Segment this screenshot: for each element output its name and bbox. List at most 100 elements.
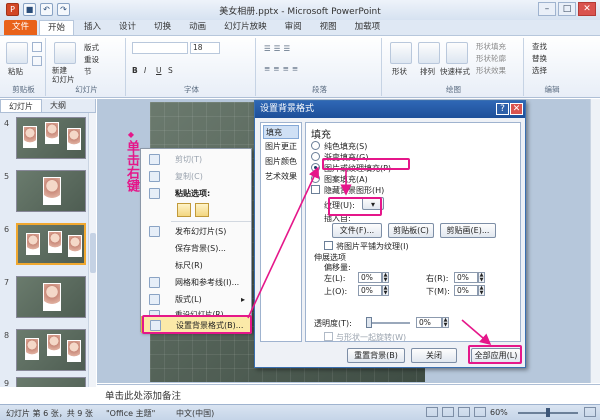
file-button[interactable]: 文件(F)... (332, 223, 382, 238)
menu-item-publish-slides[interactable]: 发布幻灯片(S) (141, 223, 251, 240)
offset-left-spinner[interactable]: ▲ ▼ (382, 272, 389, 283)
tab-file[interactable]: 文件 (4, 20, 38, 35)
offset-top-spinner[interactable]: ▲ ▼ (382, 285, 389, 296)
find-button[interactable]: 查找 (532, 41, 547, 52)
slide-thumbnail[interactable]: 9 (2, 377, 86, 387)
pattern-fill-radio[interactable] (311, 174, 320, 183)
offset-right-label: 右(R): (426, 274, 449, 283)
shape-effects-button[interactable]: 形状效果 (476, 65, 506, 76)
font-size-select[interactable]: 18 (190, 42, 220, 54)
font-name-select[interactable] (132, 42, 188, 54)
offset-top-input[interactable]: 0% (358, 285, 382, 296)
new-slide-icon[interactable] (54, 42, 76, 64)
paste-option-icon[interactable] (177, 203, 191, 217)
nav-picture-color[interactable]: 图片颜色 (263, 155, 299, 169)
gradient-fill-radio[interactable] (311, 152, 320, 161)
italic-button[interactable]: I (144, 66, 146, 75)
menu-item-layout[interactable]: 版式(L) ▸ (141, 291, 251, 308)
paste-icon[interactable] (6, 42, 28, 64)
align-icon[interactable]: ≡≡≡≡ (264, 64, 301, 73)
solid-fill-radio[interactable] (311, 141, 320, 150)
thumbnail-scrollbar[interactable] (88, 113, 96, 387)
strikethrough-button[interactable]: S (168, 66, 173, 75)
slide-thumbnail[interactable]: 8 (2, 329, 86, 373)
offset-bottom-input[interactable]: 0% (454, 285, 478, 296)
file-button-highlight (328, 197, 382, 216)
slide-sorter-icon[interactable] (442, 407, 454, 417)
replace-button[interactable]: 替换 (532, 53, 547, 64)
transparency-slider-thumb[interactable] (366, 317, 372, 328)
underline-button[interactable]: U (156, 66, 162, 75)
transparency-spinner[interactable]: ▲ ▼ (442, 317, 449, 328)
tab-review[interactable]: 审阅 (277, 20, 310, 35)
arrange-icon[interactable] (418, 42, 440, 64)
tab-transitions[interactable]: 切换 (146, 20, 179, 35)
notes-pane[interactable]: 单击此处添加备注 (97, 384, 600, 403)
section-button[interactable]: 节 (84, 66, 92, 77)
clipboard-button[interactable]: 剪贴板(C) (388, 223, 434, 238)
nav-picture-corrections[interactable]: 图片更正 (263, 140, 299, 154)
rotate-with-shape-checkbox[interactable] (324, 332, 333, 341)
shape-outline-button[interactable]: 形状轮廓 (476, 53, 506, 64)
clipart-button[interactable]: 剪贴画(E)... (440, 223, 496, 238)
fit-to-window-icon[interactable] (584, 407, 596, 417)
dialog-close-button[interactable]: ✕ (510, 103, 523, 115)
picture-fill-highlight (322, 158, 410, 170)
scrollbar-thumb[interactable] (90, 233, 96, 273)
tab-design[interactable]: 设计 (111, 20, 144, 35)
tab-home[interactable]: 开始 (39, 20, 75, 35)
reset-button[interactable]: 重设 (84, 54, 99, 65)
close-button[interactable]: ✕ (578, 2, 596, 16)
cut-icon[interactable] (32, 42, 42, 52)
bullets-icon[interactable]: ☰☰☰ (264, 44, 293, 53)
annotation-text: 单击右键 (124, 140, 139, 192)
slide-thumbnail[interactable]: 7 (2, 276, 86, 320)
transparency-input[interactable]: 0% (416, 317, 442, 328)
quick-styles-icon[interactable] (446, 42, 468, 64)
menu-item-ruler[interactable]: 标尺(R) (141, 257, 251, 274)
transparency-slider-track[interactable] (366, 322, 410, 324)
slide-thumbnail-selected[interactable]: 6 (2, 223, 86, 267)
offset-bottom-spinner[interactable]: ▲ ▼ (478, 285, 485, 296)
layout-button[interactable]: 版式 (84, 42, 99, 53)
zoom-slider-thumb[interactable] (546, 408, 550, 417)
hide-bg-graphics-checkbox[interactable] (311, 185, 320, 194)
tab-insert[interactable]: 插入 (76, 20, 109, 35)
bold-button[interactable]: B (132, 66, 138, 75)
tab-addins[interactable]: 加载项 (347, 20, 389, 35)
tab-animations[interactable]: 动画 (181, 20, 214, 35)
offset-right-spinner[interactable]: ▲ ▼ (478, 272, 485, 283)
slide-thumbnail[interactable]: 5 (2, 170, 86, 214)
minimize-button[interactable]: – (538, 2, 556, 16)
tab-slides[interactable]: 幻灯片 (0, 99, 42, 112)
maximize-button[interactable]: □ (558, 2, 576, 16)
offset-right-input[interactable]: 0% (454, 272, 478, 283)
reset-background-button[interactable]: 重置背景(B) (347, 348, 405, 363)
format-background-highlight (142, 315, 252, 334)
offset-top-label: 上(O): (324, 287, 348, 296)
normal-view-icon[interactable] (426, 407, 438, 417)
menu-item-grid-guides[interactable]: 网格和参考线(I)... (141, 274, 251, 291)
nav-fill[interactable]: 填充 (263, 125, 299, 139)
slide-scrollbar[interactable] (590, 99, 600, 383)
copy-icon[interactable] (32, 56, 42, 66)
menu-item-save-background[interactable]: 保存背景(S)... (141, 240, 251, 257)
shapes-icon[interactable] (390, 42, 412, 64)
drawing-group-label: 绘图 (446, 85, 461, 94)
slideshow-icon[interactable] (474, 407, 486, 417)
slide-thumbnail[interactable]: 4 (2, 117, 86, 161)
close-button[interactable]: 关闭 (411, 348, 457, 363)
picture-fill-radio[interactable] (311, 163, 320, 172)
tab-slideshow[interactable]: 幻灯片放映 (216, 20, 275, 35)
shape-fill-button[interactable]: 形状填充 (476, 41, 506, 52)
select-button[interactable]: 选择 (532, 65, 547, 76)
help-button[interactable]: ? (496, 103, 509, 115)
tab-view[interactable]: 视图 (312, 20, 345, 35)
tile-texture-checkbox[interactable] (324, 241, 333, 250)
reading-view-icon[interactable] (458, 407, 470, 417)
nav-artistic-effects[interactable]: 艺术效果 (263, 170, 299, 184)
offset-left-input[interactable]: 0% (358, 272, 382, 283)
zoom-level: 60% (490, 408, 508, 417)
tab-outline[interactable]: 大纲 (42, 99, 74, 112)
paste-picture-icon[interactable] (195, 203, 209, 217)
